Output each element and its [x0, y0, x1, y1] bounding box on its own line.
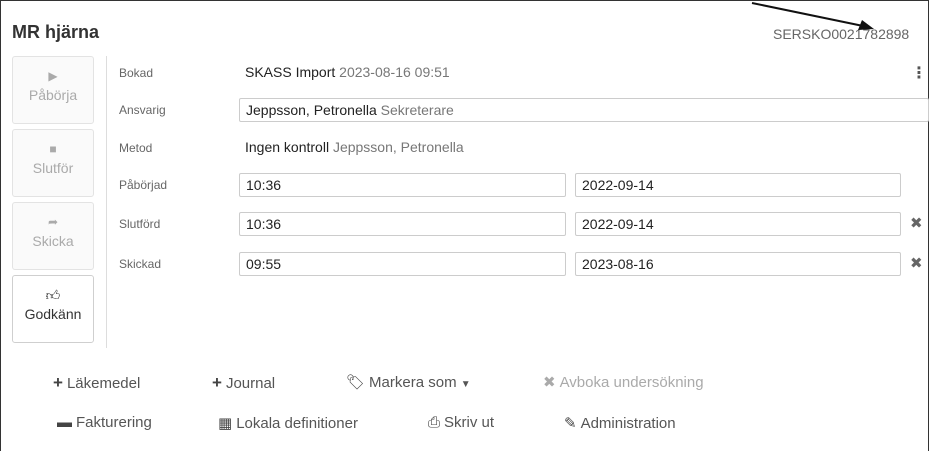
started-date-input[interactable]: 2022-09-14 — [575, 173, 901, 197]
plus-icon: + — [53, 373, 63, 392]
responsible-role: Sekreterare — [380, 102, 454, 118]
sent-date-input[interactable]: 2023-08-16 — [575, 252, 901, 276]
finished-date-input[interactable]: 2022-09-14 — [575, 212, 901, 236]
vertical-dots-icon[interactable]: ⋮ — [911, 63, 927, 83]
finish-button-label: Slutför — [32, 160, 74, 176]
method-label: Metod — [119, 141, 153, 155]
journal-label: Journal — [225, 375, 276, 392]
method-value: Ingen kontroll Jeppsson, Petronella — [245, 139, 464, 155]
approve-button[interactable]: 👍︎ Godkänn — [12, 275, 94, 343]
local-definitions-button[interactable]: ▦ Lokala definitioner — [218, 414, 358, 432]
booked-value: SKASS Import 2023-08-16 09:51 — [245, 64, 450, 80]
edit-icon: ✎ — [564, 415, 577, 432]
finished-label: Slutförd — [119, 217, 161, 231]
cancel-exam-label: Avboka undersökning — [559, 374, 704, 391]
divider — [106, 56, 107, 348]
panel-top-border — [0, 0, 929, 1]
finish-button[interactable]: ■ Slutför — [12, 129, 94, 197]
booked-source: SKASS Import — [245, 64, 336, 80]
billing-button[interactable]: ▬ Fakturering — [57, 414, 152, 431]
credit-card-icon: ▬ — [57, 414, 72, 431]
send-button[interactable]: ➦ Skicka — [12, 202, 94, 270]
journal-button[interactable]: + Journal — [212, 373, 275, 393]
mark-as-label: Markera som — [369, 374, 457, 391]
booked-label: Bokad — [119, 66, 154, 80]
method-name: Ingen kontroll — [245, 139, 330, 155]
panel-left-border — [0, 0, 1, 451]
sent-label: Skickad — [119, 257, 162, 271]
close-icon: ✖ — [543, 374, 556, 391]
booked-timestamp: 2023-08-16 09:51 — [339, 64, 450, 80]
method-person: Jeppsson, Petronella — [332, 139, 464, 155]
print-button[interactable]: ⎙ Skriv ut — [428, 414, 494, 431]
plus-icon: + — [212, 373, 222, 392]
billing-label: Fakturering — [76, 414, 152, 431]
sent-time-input[interactable]: 09:55 — [239, 252, 566, 276]
caret-down-icon: ▼ — [460, 379, 471, 390]
exam-title: MR hjärna — [12, 22, 100, 42]
stop-icon: ■ — [49, 142, 57, 156]
finished-time-input[interactable]: 10:36 — [239, 212, 566, 236]
medication-button[interactable]: + Läkemedel — [53, 373, 140, 393]
medication-label: Läkemedel — [66, 375, 141, 392]
administration-button[interactable]: ✎ Administration — [564, 414, 676, 432]
share-icon: ➦ — [47, 215, 59, 229]
calculator-icon: ▦ — [218, 415, 233, 432]
printer-icon: ⎙ — [428, 414, 441, 431]
play-icon: ▶ — [48, 69, 58, 83]
responsible-input[interactable]: Jeppsson, Petronella Sekreterare — [239, 98, 929, 122]
cancel-exam-button[interactable]: ✖ Avboka undersökning — [543, 373, 704, 391]
start-button[interactable]: ▶ Påbörja — [12, 56, 94, 124]
responsible-label: Ansvarig — [119, 103, 166, 117]
started-label: Påbörjad — [119, 178, 168, 192]
responsible-name: Jeppsson, Petronella — [246, 102, 377, 118]
mark-as-dropdown[interactable]: 🏷︎ Markera som ▼ — [346, 373, 471, 391]
start-button-label: Påbörja — [28, 87, 78, 103]
send-button-label: Skicka — [32, 233, 74, 249]
clear-finished-icon[interactable]: ✖ — [910, 214, 923, 232]
tag-icon: 🏷︎ — [346, 374, 366, 391]
administration-label: Administration — [580, 415, 676, 432]
reference-id: SERSKO0021782898 — [773, 26, 910, 42]
approve-button-label: Godkänn — [24, 306, 82, 322]
started-time-input[interactable]: 10:36 — [239, 173, 566, 197]
local-definitions-label: Lokala definitioner — [236, 415, 358, 432]
thumbs-up-icon: 👍︎ — [45, 287, 61, 303]
clear-sent-icon[interactable]: ✖ — [910, 254, 923, 272]
print-label: Skriv ut — [444, 414, 495, 431]
